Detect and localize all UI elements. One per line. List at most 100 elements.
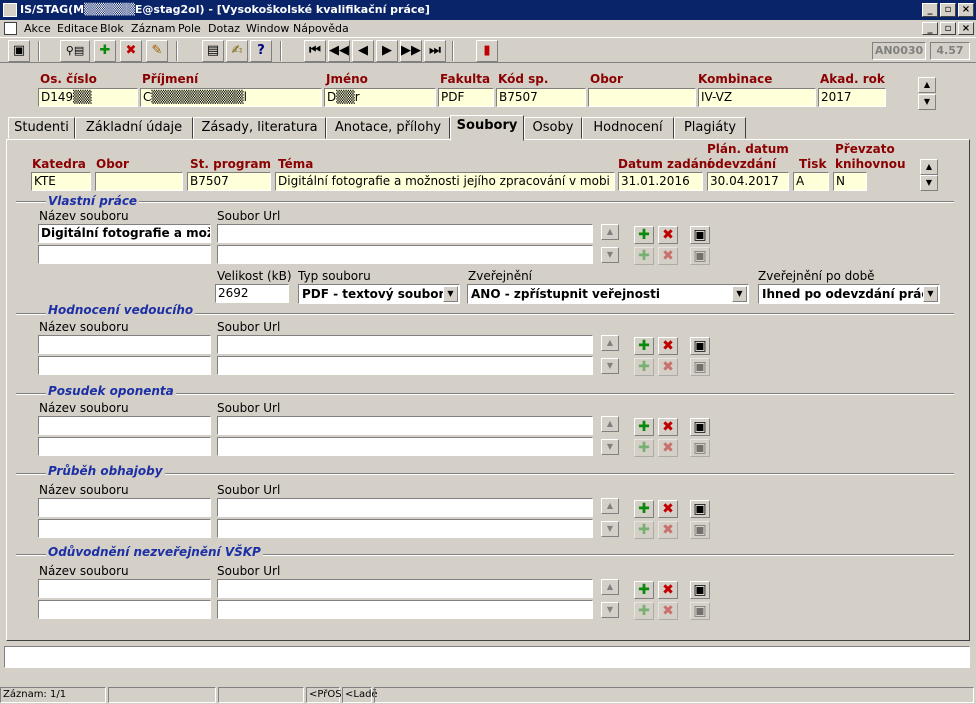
close-icon[interactable]: × xyxy=(958,3,974,17)
delete-file-icon[interactable]: ✖ xyxy=(658,439,678,457)
file-name-input[interactable] xyxy=(38,579,211,598)
tisk-field[interactable]: A xyxy=(793,172,829,191)
tab-zasady-literatura[interactable]: Zásady, literatura xyxy=(193,117,326,139)
delete-file-icon[interactable]: ✖ xyxy=(658,602,678,620)
delete-file-icon[interactable]: ✖ xyxy=(658,418,678,436)
file-name-input[interactable] xyxy=(38,498,211,517)
next-record-icon[interactable]: ▶ xyxy=(376,40,398,62)
add-file-icon[interactable]: ✚ xyxy=(634,337,654,355)
add-file-icon[interactable]: ✚ xyxy=(634,581,654,599)
tema-field[interactable]: Digitální fotografie a možnosti jejího z… xyxy=(275,172,615,191)
katedra-field[interactable]: KTE xyxy=(31,172,91,191)
clipboard-icon[interactable]: ▤ xyxy=(202,40,224,62)
add-file-icon[interactable]: ✚ xyxy=(634,439,654,457)
menu-pole[interactable]: Pole xyxy=(178,22,201,35)
minimize-icon[interactable]: _ xyxy=(922,3,938,17)
file-url-input[interactable] xyxy=(217,519,593,538)
menu-zaznam[interactable]: Záznam xyxy=(131,22,175,35)
velikost-field[interactable]: 2692 xyxy=(215,284,289,303)
query-icon[interactable]: ⚲▤ xyxy=(60,40,90,62)
tab-zakladni-udaje[interactable]: Základní údaje xyxy=(75,117,193,139)
delete-file-icon[interactable]: ✖ xyxy=(658,581,678,599)
file-name-input[interactable]: Digitální fotografie a možno xyxy=(38,224,211,243)
os-cislo-field[interactable]: D149▒▒ xyxy=(38,88,138,107)
save-file-icon[interactable]: ▣ xyxy=(690,521,710,539)
file-name-input[interactable] xyxy=(38,600,211,619)
previous-block-icon[interactable]: ◀◀ xyxy=(328,40,350,62)
save-file-icon[interactable]: ▣ xyxy=(690,500,710,518)
save-icon[interactable]: ▣ xyxy=(8,40,30,62)
save-file-icon[interactable]: ▣ xyxy=(690,418,710,436)
file-url-input[interactable] xyxy=(217,579,593,598)
work-scroll-up-icon[interactable]: ▲ xyxy=(920,159,938,175)
scroll-down-icon[interactable]: ▼ xyxy=(601,521,619,537)
next-block-icon[interactable]: ▶▶ xyxy=(400,40,422,62)
chevron-down-icon[interactable]: ▼ xyxy=(443,286,458,302)
header-scroll-down-icon[interactable]: ▼ xyxy=(918,94,936,110)
file-url-input[interactable] xyxy=(217,224,593,243)
add-file-icon[interactable]: ✚ xyxy=(634,602,654,620)
file-url-input[interactable] xyxy=(217,498,593,517)
file-name-input[interactable] xyxy=(38,335,211,354)
restore-icon[interactable]: ▫ xyxy=(940,3,956,17)
save-file-icon[interactable]: ▣ xyxy=(690,226,710,244)
work-scroll-down-icon[interactable]: ▼ xyxy=(920,175,938,191)
jmeno-field[interactable]: D▒▒r xyxy=(324,88,436,107)
header-scroll-up-icon[interactable]: ▲ xyxy=(918,77,936,93)
file-name-input[interactable] xyxy=(38,519,211,538)
add-file-icon[interactable]: ✚ xyxy=(634,358,654,376)
delete-file-icon[interactable]: ✖ xyxy=(658,226,678,244)
menu-editace[interactable]: Editace xyxy=(57,22,98,35)
plan-datum-field[interactable]: 30.04.2017 xyxy=(707,172,789,191)
menu-dotaz[interactable]: Dotaz xyxy=(208,22,240,35)
zverejneni-select[interactable]: ANO - zpřístupnit veřejnosti ▼ xyxy=(467,284,749,304)
st-program-field[interactable]: B7507 xyxy=(187,172,271,191)
menu-napoveda[interactable]: Nápověda xyxy=(293,22,349,35)
chevron-down-icon[interactable]: ▼ xyxy=(732,286,747,302)
file-url-input[interactable] xyxy=(217,245,593,264)
fakulta-field[interactable]: PDF xyxy=(438,88,494,107)
tab-osoby[interactable]: Osoby xyxy=(524,117,582,139)
edit-icon[interactable]: ✍ xyxy=(226,40,248,62)
delete-file-icon[interactable]: ✖ xyxy=(658,500,678,518)
delete-file-icon[interactable]: ✖ xyxy=(658,358,678,376)
previous-record-icon[interactable]: ◀ xyxy=(352,40,374,62)
file-name-input[interactable] xyxy=(38,356,211,375)
scroll-down-icon[interactable]: ▼ xyxy=(601,358,619,374)
file-name-input[interactable] xyxy=(38,416,211,435)
menu-akce[interactable]: Akce xyxy=(24,22,51,35)
scroll-up-icon[interactable]: ▲ xyxy=(601,498,619,514)
typ-souboru-select[interactable]: PDF - textový soubor ▼ xyxy=(298,284,460,304)
delete-file-icon[interactable]: ✖ xyxy=(658,521,678,539)
save-file-icon[interactable]: ▣ xyxy=(690,581,710,599)
mdi-restore-icon[interactable]: ▫ xyxy=(940,22,956,35)
add-file-icon[interactable]: ✚ xyxy=(634,521,654,539)
file-url-input[interactable] xyxy=(217,416,593,435)
scroll-down-icon[interactable]: ▼ xyxy=(601,602,619,618)
add-file-icon[interactable]: ✚ xyxy=(634,418,654,436)
file-name-input[interactable] xyxy=(38,245,211,264)
save-file-icon[interactable]: ▣ xyxy=(690,337,710,355)
file-name-input[interactable] xyxy=(38,437,211,456)
tab-soubory[interactable]: Soubory xyxy=(450,115,524,141)
menu-window[interactable]: Window xyxy=(246,22,289,35)
scroll-up-icon[interactable]: ▲ xyxy=(601,335,619,351)
prevzato-field[interactable]: N xyxy=(833,172,867,191)
last-record-icon[interactable]: ⏭ xyxy=(424,40,446,62)
scroll-up-icon[interactable]: ▲ xyxy=(601,224,619,240)
scroll-up-icon[interactable]: ▲ xyxy=(601,579,619,595)
prijmeni-field[interactable]: C▒▒▒▒▒▒▒▒▒▒l xyxy=(140,88,322,107)
file-url-input[interactable] xyxy=(217,437,593,456)
menu-blok[interactable]: Blok xyxy=(100,22,124,35)
tab-anotace-prilohy[interactable]: Anotace, přílohy xyxy=(326,117,450,139)
kod-sp-field[interactable]: B7507 xyxy=(496,88,586,107)
exit-icon[interactable]: ▮ xyxy=(476,40,498,62)
document-icon[interactable] xyxy=(4,22,17,35)
obor-field[interactable] xyxy=(588,88,696,107)
insert-record-icon[interactable]: ✚ xyxy=(94,40,116,62)
save-file-icon[interactable]: ▣ xyxy=(690,358,710,376)
file-url-input[interactable] xyxy=(217,335,593,354)
delete-file-icon[interactable]: ✖ xyxy=(658,337,678,355)
tab-plagiaty[interactable]: Plagiáty xyxy=(674,117,746,139)
save-file-icon[interactable]: ▣ xyxy=(690,247,710,265)
